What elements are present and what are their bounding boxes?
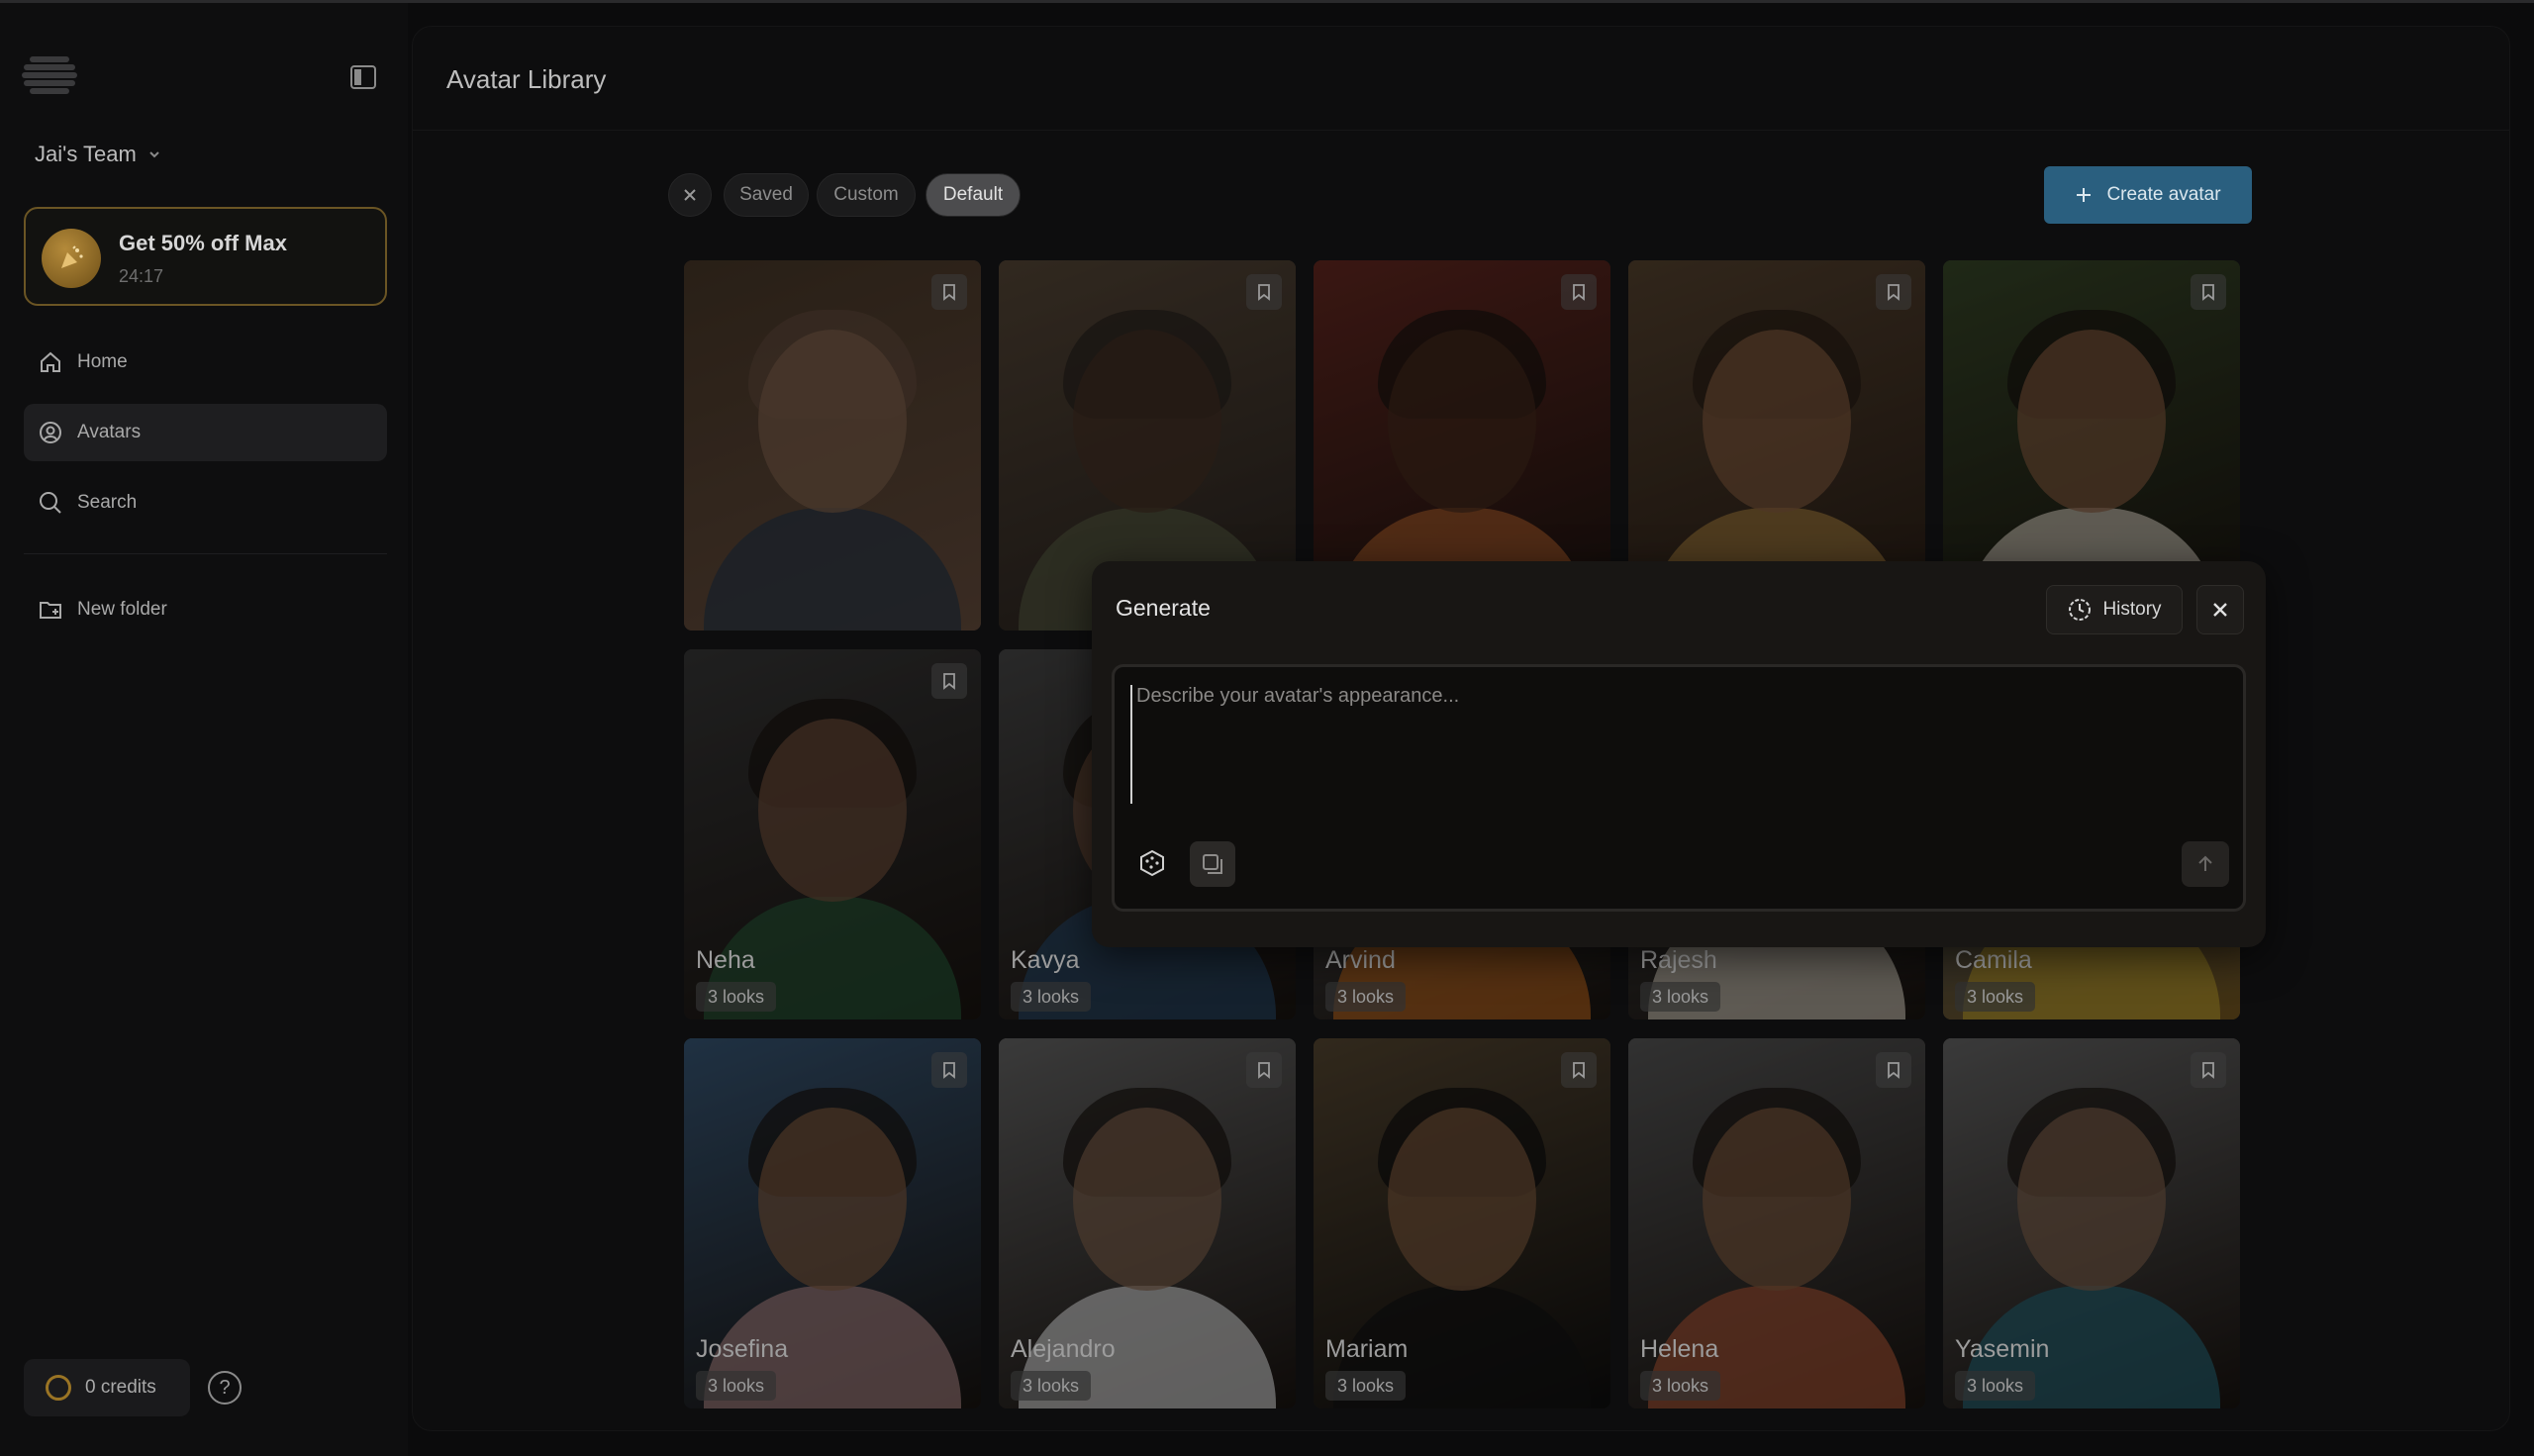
- sidebar-divider: [24, 553, 387, 554]
- avatar-card[interactable]: [684, 260, 981, 631]
- history-button[interactable]: History: [2046, 585, 2183, 634]
- avatar-description-input[interactable]: [1130, 685, 2219, 804]
- avatar-looks-badge: 3 looks: [1325, 1371, 1407, 1401]
- avatar-name: Camila: [1955, 946, 2032, 974]
- promo-title: Get 50% off Max: [119, 231, 287, 255]
- create-avatar-button[interactable]: Create avatar: [2044, 166, 2252, 224]
- history-label: History: [2102, 599, 2162, 620]
- search-icon: [40, 492, 61, 514]
- avatar-looks-badge: 3 looks: [1955, 982, 2036, 1012]
- bookmark-icon[interactable]: [1246, 274, 1282, 310]
- avatar-name: Yasemin: [1955, 1335, 2050, 1363]
- coin-icon: [46, 1375, 71, 1401]
- history-icon: [2069, 599, 2092, 621]
- new-folder-button[interactable]: New folder: [24, 581, 387, 638]
- avatar-looks-badge: 3 looks: [696, 1371, 777, 1401]
- bookmark-icon[interactable]: [1876, 274, 1911, 310]
- close-icon: [2213, 603, 2227, 617]
- promo-timer: 24:17: [119, 266, 164, 286]
- avatar-name: Mariam: [1325, 1335, 1409, 1363]
- card-overlay: [684, 260, 981, 631]
- app-logo-icon[interactable]: [22, 52, 77, 98]
- filter-custom[interactable]: Custom: [817, 173, 916, 217]
- avatar-name: Helena: [1640, 1335, 1719, 1363]
- home-icon: [41, 351, 60, 372]
- avatar-looks-badge: 3 looks: [1011, 1371, 1092, 1401]
- bookmark-icon[interactable]: [1561, 1052, 1597, 1088]
- avatar-name: Alejandro: [1011, 1335, 1116, 1363]
- folder-plus-icon: [40, 602, 61, 619]
- sidebar-item-home[interactable]: Home: [24, 334, 387, 391]
- team-switcher[interactable]: Jai's Team: [35, 142, 162, 167]
- avatar-card[interactable]: Josefina 3 looks: [684, 1038, 981, 1408]
- create-avatar-label: Create avatar: [2106, 184, 2221, 205]
- avatar-card[interactable]: Yasemin 3 looks: [1943, 1038, 2240, 1408]
- avatar-card[interactable]: Neha 3 looks: [684, 649, 981, 1019]
- sidebar: Jai's Team Get 50% off Max 24:17 Home Av…: [0, 3, 408, 1456]
- avatar-card[interactable]: Mariam 3 looks: [1314, 1038, 1610, 1408]
- avatar-card[interactable]: Helena 3 looks: [1628, 1038, 1925, 1408]
- bookmark-icon[interactable]: [1561, 274, 1597, 310]
- avatar-card[interactable]: Alejandro 3 looks: [999, 1038, 1296, 1408]
- user-circle-icon: [40, 422, 61, 443]
- image-reference-icon[interactable]: [1190, 841, 1235, 887]
- plus-icon: [2077, 188, 2092, 202]
- avatar-name: Josefina: [696, 1335, 789, 1363]
- bookmark-icon[interactable]: [1876, 1052, 1911, 1088]
- avatar-name: Neha: [696, 946, 755, 974]
- sidebar-item-avatars[interactable]: Avatars: [24, 404, 387, 461]
- sidebar-toggle-icon[interactable]: [348, 62, 378, 92]
- sidebar-item-label: Home: [77, 351, 128, 372]
- avatar-name: Rajesh: [1640, 946, 1717, 974]
- page-title: Avatar Library: [446, 64, 607, 94]
- sidebar-item-label: Search: [77, 492, 138, 513]
- avatar-name: Arvind: [1325, 946, 1396, 974]
- avatar-looks-badge: 3 looks: [1011, 982, 1092, 1012]
- randomize-dice-icon[interactable]: [1130, 841, 1174, 885]
- close-dialog-button[interactable]: [2196, 585, 2244, 634]
- prompt-container: [1112, 664, 2246, 912]
- generate-dialog: Generate History: [1092, 561, 2266, 947]
- clear-filter-button[interactable]: [668, 173, 712, 217]
- avatar-looks-badge: 3 looks: [1325, 982, 1407, 1012]
- bookmark-icon[interactable]: [1246, 1052, 1282, 1088]
- team-name: Jai's Team: [35, 142, 137, 166]
- submit-arrow-icon[interactable]: [2182, 841, 2229, 887]
- sidebar-item-label: Avatars: [77, 422, 142, 442]
- avatar-name: Kavya: [1011, 946, 1080, 974]
- close-icon: [684, 189, 696, 201]
- avatar-looks-badge: 3 looks: [696, 982, 777, 1012]
- bookmark-icon[interactable]: [931, 663, 967, 699]
- help-icon[interactable]: ?: [208, 1371, 242, 1405]
- promo-banner[interactable]: Get 50% off Max 24:17: [24, 207, 387, 306]
- dialog-title: Generate: [1116, 595, 1211, 621]
- bookmark-icon[interactable]: [2191, 274, 2226, 310]
- main-panel: Avatar Library Saved Custom Default Crea…: [412, 26, 2510, 1431]
- avatar-looks-badge: 3 looks: [1640, 982, 1721, 1012]
- party-icon: [42, 229, 101, 288]
- avatar-looks-badge: 3 looks: [1955, 1371, 2036, 1401]
- chevron-down-icon: [149, 151, 159, 158]
- sidebar-item-search[interactable]: Search: [24, 474, 387, 532]
- new-folder-label: New folder: [77, 599, 167, 620]
- credits-label: 0 credits: [85, 1377, 156, 1398]
- filter-saved[interactable]: Saved: [724, 173, 809, 217]
- header-divider: [413, 130, 2509, 131]
- bookmark-icon[interactable]: [931, 1052, 967, 1088]
- filter-default[interactable]: Default: [926, 173, 1021, 217]
- avatar-looks-badge: 3 looks: [1640, 1371, 1721, 1401]
- bookmark-icon[interactable]: [931, 274, 967, 310]
- bookmark-icon[interactable]: [2191, 1052, 2226, 1088]
- credits-button[interactable]: 0 credits: [24, 1359, 190, 1416]
